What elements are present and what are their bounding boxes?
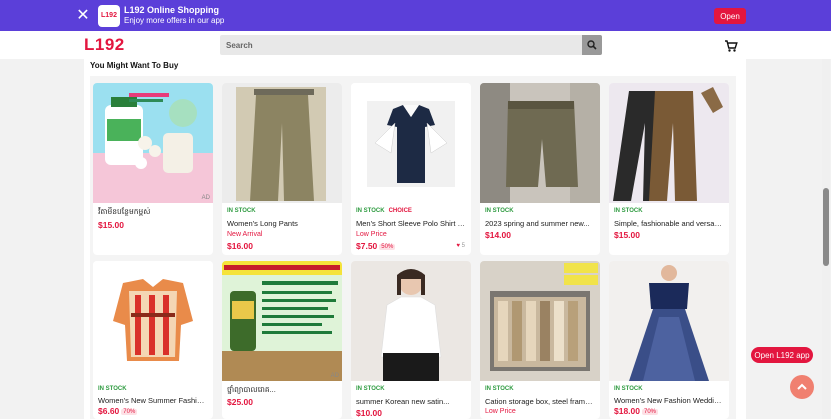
cart-button[interactable]	[721, 36, 741, 56]
product-image	[93, 83, 213, 203]
app-download-banner: ✕ L192 L192 Online Shopping Enjoy more o…	[0, 0, 831, 31]
product-card[interactable]: IN STOCK 2023 spring and summer new... $…	[480, 83, 600, 255]
brand-logo[interactable]: L192	[84, 35, 125, 55]
product-card[interactable]: AD ថ្នាំព្យាបាលរោគ... $25.00	[222, 261, 342, 419]
product-name: វីតាមីនបន្ថែមកម្ពស់	[98, 207, 151, 216]
stock-status: IN STOCK	[614, 386, 643, 392]
product-name: 2023 spring and summer new...	[485, 219, 590, 228]
product-image	[609, 83, 729, 203]
product-name: summer Korean new satin...	[356, 397, 450, 406]
heart-icon: ♥	[456, 243, 460, 249]
product-price: $14.00	[485, 230, 511, 240]
product-image	[222, 261, 342, 381]
product-name: Men's Short Sleeve Polo Shirt with...	[356, 219, 466, 228]
open-app-button[interactable]: Open	[714, 8, 746, 24]
product-card[interactable]: IN STOCK Women's New Fashion Wedding... …	[609, 261, 729, 419]
stock-status: IN STOCK CHOICE	[356, 208, 412, 214]
price-value: $7.50	[356, 241, 378, 251]
price-value: $6.60	[98, 406, 120, 416]
ad-label: AD	[330, 373, 339, 379]
product-tag: Low Price	[485, 408, 516, 415]
product-image	[480, 261, 600, 381]
product-tag: Low Price	[356, 231, 387, 238]
product-price: $25.00	[227, 397, 253, 407]
product-price: $7.50 50%	[356, 241, 396, 251]
scrollbar-thumb[interactable]	[823, 188, 829, 266]
open-app-floating-button[interactable]: Open L192 app	[751, 347, 813, 363]
search-bar	[220, 35, 602, 56]
product-tag: New Arrival	[227, 231, 263, 238]
product-name: Women's New Fashion Wedding...	[614, 396, 724, 405]
app-logo: L192	[98, 4, 120, 27]
product-card[interactable]: IN STOCK Women's New Summer Fashion... $…	[93, 261, 213, 419]
banner-title: L192 Online Shopping	[124, 5, 220, 15]
cart-icon	[725, 40, 738, 52]
stock-status: IN STOCK	[485, 386, 514, 392]
product-price: $16.00	[227, 241, 253, 251]
product-image	[93, 261, 213, 381]
product-card[interactable]: IN STOCK Women's Long Pants New Arrival …	[222, 83, 342, 255]
likes-value: 5	[461, 243, 465, 249]
discount-badge: 50%	[379, 244, 396, 250]
stock-status: IN STOCK	[98, 386, 127, 392]
discount-badge: 70%	[121, 409, 138, 415]
stock-status: IN STOCK	[227, 208, 256, 214]
search-input[interactable]	[220, 35, 580, 56]
product-image	[351, 83, 471, 203]
product-card[interactable]: IN STOCK Cation storage box, steel frame…	[480, 261, 600, 419]
section-title: You Might Want To Buy	[90, 61, 179, 70]
likes-count: ♥ 5	[456, 243, 465, 249]
product-image	[222, 83, 342, 203]
product-image	[609, 261, 729, 381]
product-name: Women's New Summer Fashion...	[98, 396, 208, 405]
product-price: $15.00	[614, 230, 640, 240]
product-image	[480, 83, 600, 203]
product-image	[351, 261, 471, 381]
arrow-up-icon	[797, 383, 807, 390]
price-value: $18.00	[614, 406, 640, 416]
product-name: ថ្នាំព្យាបាលរោគ...	[227, 385, 276, 394]
product-price: $18.00 70%	[614, 406, 659, 416]
stock-status: IN STOCK	[614, 208, 643, 214]
product-name: Women's Long Pants	[227, 219, 298, 228]
product-name: Cation storage box, steel frame,...	[485, 397, 595, 406]
site-header: L192	[0, 31, 831, 59]
product-card[interactable]: AD វីតាមីនបន្ថែមកម្ពស់ $15.00	[93, 83, 213, 255]
product-card[interactable]: IN STOCK Simple, fashionable and versati…	[609, 83, 729, 255]
banner-subtitle: Enjoy more offers in our app	[124, 16, 225, 25]
back-to-top-button[interactable]	[790, 375, 814, 399]
search-button[interactable]	[582, 35, 602, 55]
stock-status: IN STOCK	[356, 386, 385, 392]
product-price: $10.00	[356, 408, 382, 418]
discount-badge: 70%	[642, 409, 659, 415]
ad-label: AD	[201, 195, 210, 201]
app-logo-text: L192	[101, 12, 117, 19]
choice-badge: CHOICE	[388, 208, 412, 214]
search-icon	[587, 40, 597, 50]
stock-status: IN STOCK	[485, 208, 514, 214]
stock-label: IN STOCK	[356, 208, 385, 214]
product-name: Simple, fashionable and versatile...	[614, 219, 724, 228]
product-card[interactable]: IN STOCK CHOICE Men's Short Sleeve Polo S…	[351, 83, 471, 255]
product-card[interactable]: IN STOCK summer Korean new satin... $10.…	[351, 261, 471, 419]
product-price: $15.00	[98, 220, 124, 230]
product-price: $6.60 70%	[98, 406, 138, 416]
close-icon[interactable]: ✕	[75, 7, 91, 24]
